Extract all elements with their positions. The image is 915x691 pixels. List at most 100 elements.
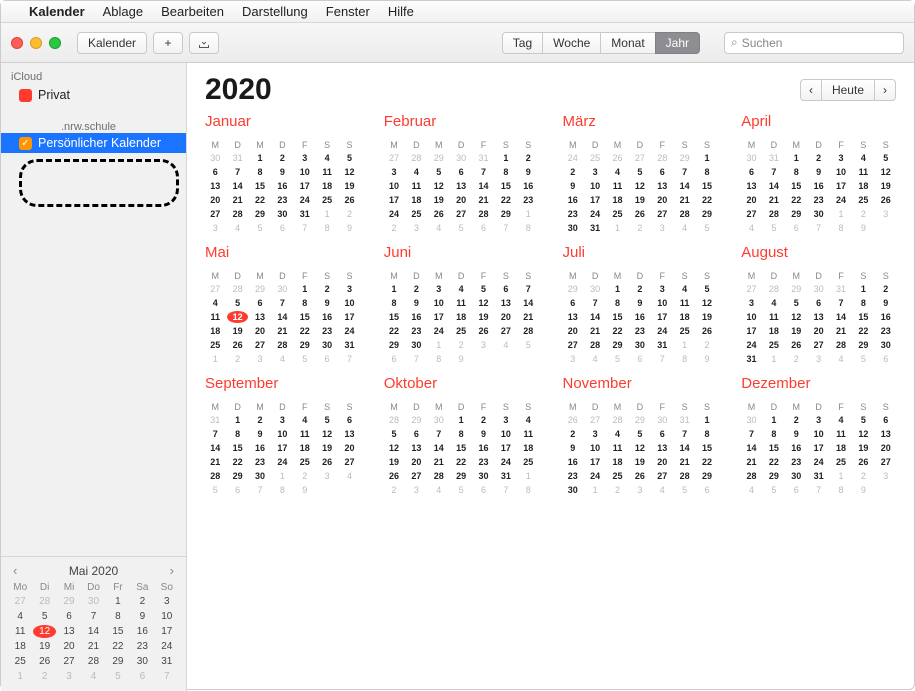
year-day[interactable]: 5: [674, 484, 694, 496]
year-day[interactable]: 7: [473, 166, 493, 178]
year-day[interactable]: 18: [451, 311, 471, 323]
year-day[interactable]: 17: [585, 194, 605, 206]
year-day[interactable]: 31: [585, 222, 605, 234]
year-day[interactable]: 7: [764, 166, 784, 178]
year-day[interactable]: 12: [697, 297, 717, 309]
year-day[interactable]: 5: [876, 152, 896, 164]
year-day[interactable]: 17: [652, 311, 672, 323]
year-day[interactable]: 29: [674, 152, 694, 164]
mini-day[interactable]: 9: [131, 610, 153, 623]
year-day[interactable]: 16: [808, 180, 828, 192]
year-day[interactable]: 1: [518, 208, 538, 220]
year-day[interactable]: 24: [585, 208, 605, 220]
mini-day[interactable]: 27: [58, 655, 80, 668]
year-day[interactable]: 1: [607, 222, 627, 234]
year-day[interactable]: 23: [630, 325, 650, 337]
menu-item[interactable]: Bearbeiten: [161, 4, 224, 19]
year-day[interactable]: 2: [317, 283, 337, 295]
view-tab-tag[interactable]: Tag: [502, 32, 542, 54]
year-day[interactable]: 3: [339, 283, 359, 295]
year-day[interactable]: 3: [384, 166, 404, 178]
year-day[interactable]: 3: [473, 339, 493, 351]
year-day[interactable]: 19: [317, 442, 337, 454]
year-day[interactable]: 17: [585, 456, 605, 468]
year-day[interactable]: 24: [384, 208, 404, 220]
year-day[interactable]: 3: [585, 428, 605, 440]
year-day[interactable]: 2: [697, 339, 717, 351]
year-day[interactable]: 9: [272, 166, 292, 178]
year-day[interactable]: 6: [205, 166, 225, 178]
mini-day[interactable]: 30: [82, 595, 104, 608]
year-day[interactable]: 12: [429, 180, 449, 192]
year-day[interactable]: 6: [272, 222, 292, 234]
year-day[interactable]: 27: [652, 470, 672, 482]
mini-day[interactable]: 5: [33, 610, 55, 623]
year-day[interactable]: 10: [384, 180, 404, 192]
year-day[interactable]: 31: [831, 283, 851, 295]
year-day[interactable]: 31: [741, 353, 761, 365]
year-day[interactable]: 28: [764, 208, 784, 220]
year-day[interactable]: 28: [205, 470, 225, 482]
minimize-icon[interactable]: [30, 37, 42, 49]
year-day[interactable]: 22: [384, 325, 404, 337]
year-day[interactable]: 27: [250, 339, 270, 351]
year-day[interactable]: 26: [339, 194, 359, 206]
year-day[interactable]: 1: [674, 339, 694, 351]
year-day[interactable]: 23: [563, 470, 583, 482]
year-day[interactable]: 3: [317, 470, 337, 482]
close-icon[interactable]: [11, 37, 23, 49]
year-day[interactable]: 30: [250, 470, 270, 482]
today-button[interactable]: Heute: [822, 79, 874, 101]
year-day[interactable]: 3: [808, 353, 828, 365]
month-block[interactable]: AprilMDMDFSS3031123456789101112131415161…: [741, 113, 896, 234]
year-day[interactable]: 17: [384, 194, 404, 206]
year-day[interactable]: 30: [741, 414, 761, 426]
year-day[interactable]: 31: [295, 208, 315, 220]
year-day[interactable]: 9: [853, 484, 873, 496]
year-day[interactable]: 2: [339, 208, 359, 220]
year-day[interactable]: 1: [585, 484, 605, 496]
calendars-toggle-button[interactable]: Kalender: [77, 32, 147, 54]
year-day[interactable]: 19: [339, 180, 359, 192]
year-day[interactable]: 19: [384, 456, 404, 468]
year-day[interactable]: 16: [250, 442, 270, 454]
year-day[interactable]: 25: [585, 152, 605, 164]
year-day[interactable]: 9: [876, 297, 896, 309]
year-day[interactable]: 12: [630, 180, 650, 192]
year-day[interactable]: 24: [585, 470, 605, 482]
year-day[interactable]: 26: [429, 208, 449, 220]
year-day[interactable]: 22: [697, 194, 717, 206]
year-day[interactable]: 27: [205, 283, 225, 295]
month-block[interactable]: SeptemberMDMDFSS311234567891011121314151…: [205, 375, 360, 496]
year-day[interactable]: 23: [518, 194, 538, 206]
year-day[interactable]: 2: [272, 152, 292, 164]
year-day[interactable]: 27: [384, 152, 404, 164]
year-day[interactable]: 14: [473, 180, 493, 192]
year-day[interactable]: 9: [563, 180, 583, 192]
year-day[interactable]: 1: [317, 208, 337, 220]
year-day[interactable]: 29: [250, 283, 270, 295]
year-day[interactable]: 23: [406, 325, 426, 337]
year-day[interactable]: 14: [831, 311, 851, 323]
year-day[interactable]: 28: [674, 208, 694, 220]
calendar-list-item[interactable]: Persönlicher Kalender: [1, 133, 186, 153]
year-day[interactable]: 27: [563, 339, 583, 351]
menu-item[interactable]: Fenster: [326, 4, 370, 19]
year-day[interactable]: 24: [339, 325, 359, 337]
year-day[interactable]: 23: [876, 325, 896, 337]
year-day[interactable]: 7: [406, 353, 426, 365]
year-day[interactable]: 25: [406, 208, 426, 220]
year-day[interactable]: 26: [227, 339, 247, 351]
year-day[interactable]: 5: [697, 283, 717, 295]
mini-next-month[interactable]: ›: [166, 563, 178, 578]
year-day[interactable]: 20: [652, 456, 672, 468]
year-day[interactable]: 15: [227, 442, 247, 454]
year-day[interactable]: 6: [741, 166, 761, 178]
year-day[interactable]: 13: [205, 180, 225, 192]
year-day[interactable]: 4: [429, 222, 449, 234]
year-day[interactable]: 19: [630, 456, 650, 468]
year-day[interactable]: 4: [674, 283, 694, 295]
year-day[interactable]: 15: [853, 311, 873, 323]
year-day[interactable]: 28: [227, 208, 247, 220]
year-day[interactable]: 4: [451, 283, 471, 295]
